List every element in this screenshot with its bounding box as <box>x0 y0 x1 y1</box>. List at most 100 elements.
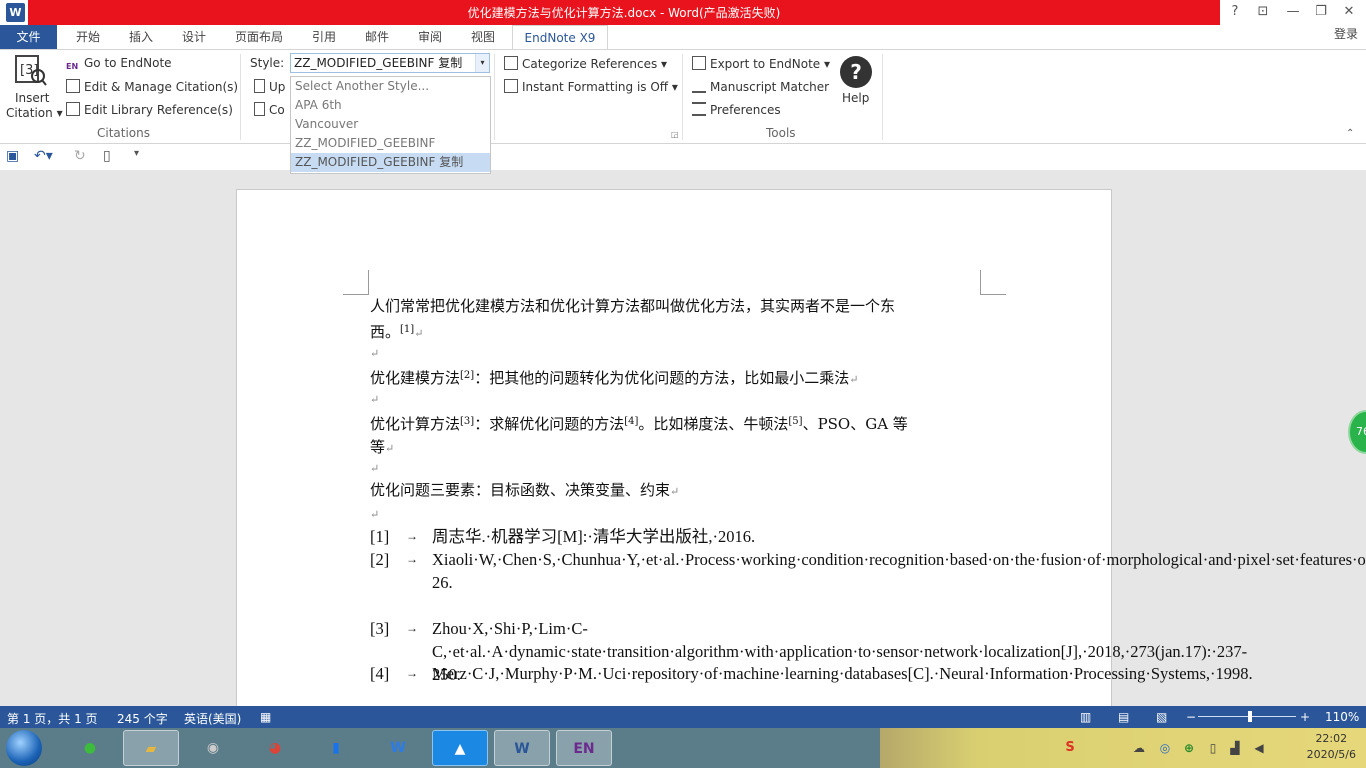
restore-button[interactable]: ❐ <box>1308 2 1334 22</box>
tab-insert[interactable]: 插入 <box>129 25 153 49</box>
customize-qat-icon[interactable]: ▾ <box>134 148 139 159</box>
baidu-netdisk-icon[interactable]: ◎ <box>1154 730 1176 766</box>
quick-access-toolbar: ▣ ↶▾ ↻ ▯ ▾ <box>0 144 1366 170</box>
tab-design[interactable]: 设计 <box>182 25 206 49</box>
insert-citation-label[interactable]: Insert <box>15 91 49 105</box>
chrome-icon[interactable]: ◕ <box>247 730 303 766</box>
close-button[interactable]: ✕ <box>1336 2 1362 22</box>
new-document-icon[interactable]: ▯ <box>103 148 111 164</box>
security-icon[interactable]: ⊕ <box>1178 730 1200 766</box>
language[interactable]: 英语(美国) <box>184 710 241 727</box>
network-cloud-icon[interactable]: ☁ <box>1128 730 1150 766</box>
paragraph[interactable]: 优化计算方法[3]：求解优化问题的方法[4]。比如梯度法、牛顿法[5]、PSO、… <box>370 410 985 460</box>
empty-paragraph[interactable]: ↵ <box>370 502 985 526</box>
clock[interactable]: 22:02 2020/5/6 <box>1307 731 1356 763</box>
edit-manage-citations-button[interactable]: Edit & Manage Citation(s) <box>66 79 238 94</box>
tools-group-label: Tools <box>766 126 796 140</box>
edit-library-reference-button[interactable]: Edit Library Reference(s) <box>66 102 233 117</box>
help-question-icon[interactable]: ? <box>840 56 872 88</box>
tab-mailings[interactable]: 邮件 <box>365 25 389 49</box>
chevron-down-icon[interactable]: ▾ <box>475 54 489 72</box>
start-button-icon[interactable] <box>6 730 42 766</box>
citation[interactable]: [2] <box>460 370 474 381</box>
empty-paragraph[interactable]: ↵ <box>370 341 985 365</box>
cloud-app-icon[interactable]: ▲ <box>432 730 488 766</box>
document-area: 人们常常把优化建模方法和优化计算方法都叫做优化方法，其实两者不是一个东 西。[1… <box>0 170 1366 706</box>
web-layout-icon[interactable]: ▧ <box>1156 710 1167 724</box>
paragraph[interactable]: 人们常常把优化建模方法和优化计算方法都叫做优化方法，其实两者不是一个东 西。[1… <box>370 295 985 345</box>
print-layout-icon[interactable]: ▤ <box>1118 710 1129 724</box>
usb-icon[interactable]: ▯ <box>1202 730 1224 766</box>
endnote-taskbar-icon[interactable]: EN <box>556 730 612 766</box>
tab-home[interactable]: 开始 <box>76 25 100 49</box>
wifi-signal-icon[interactable]: ▟ <box>1224 730 1246 766</box>
preferences-button[interactable]: Preferences <box>692 102 781 117</box>
go-to-endnote-button[interactable]: EN Go to EndNote <box>66 56 172 76</box>
zoom-slider[interactable] <box>1198 716 1296 717</box>
zoom-in-icon[interactable]: + <box>1300 710 1310 724</box>
save-icon[interactable]: ▣ <box>6 148 19 164</box>
export-to-endnote-button[interactable]: Export to EndNote ▾ <box>692 56 830 71</box>
screenshot-tool-icon[interactable]: ◉ <box>185 730 241 766</box>
empty-paragraph[interactable]: ↵ <box>370 456 985 480</box>
preferences-icon <box>692 102 706 116</box>
tab-view[interactable]: 视图 <box>471 25 495 49</box>
volume-icon[interactable]: ◀ <box>1248 730 1270 766</box>
convert-citations-button[interactable]: Co <box>254 102 285 117</box>
page-count[interactable]: 第 1 页，共 1 页 <box>7 710 98 727</box>
citation[interactable]: [4] <box>624 416 638 427</box>
redo-icon[interactable]: ↻ <box>74 148 86 164</box>
macro-record-icon[interactable]: ▦ <box>260 710 271 724</box>
style-option[interactable]: APA 6th <box>291 96 490 115</box>
ribbon-display-options-icon[interactable]: ⊡ <box>1250 2 1276 22</box>
reference-number: [1] <box>370 527 390 546</box>
collapse-ribbon-icon[interactable]: ⌃ <box>1346 128 1354 139</box>
bibliography-entry[interactable]: [2] → Xiaoli·W,·Chen·S,·Chunhua·Y,·et·al… <box>370 548 1366 594</box>
login-link[interactable]: 登录 <box>1334 25 1358 43</box>
tab-review[interactable]: 审阅 <box>418 25 442 49</box>
undo-icon[interactable]: ↶▾ <box>34 148 53 164</box>
style-option[interactable]: ZZ_MODIFIED_GEEBINF <box>291 134 490 153</box>
style-option[interactable]: Select Another Style... <box>291 77 490 96</box>
paragraph[interactable]: 优化问题三要素：目标函数、决策变量、约束↵ <box>370 479 985 503</box>
insert-citation-label-2: Citation <box>6 106 53 120</box>
manuscript-matcher-button[interactable]: Manuscript Matcher <box>692 79 829 94</box>
tab-mark: → <box>406 529 418 543</box>
wps-icon[interactable]: W <box>370 730 426 766</box>
read-mode-icon[interactable]: ▥ <box>1080 710 1091 724</box>
help-label[interactable]: Help <box>842 91 869 105</box>
style-option-selected[interactable]: ZZ_MODIFIED_GEEBINF 复制 <box>291 153 490 172</box>
minimize-button[interactable]: — <box>1280 2 1306 22</box>
citation[interactable]: [1] <box>400 324 414 335</box>
empty-paragraph[interactable]: ↵ <box>370 387 985 411</box>
reader-app-icon[interactable]: ▮ <box>308 730 364 766</box>
citation[interactable]: [3] <box>460 416 474 427</box>
document-page[interactable]: 人们常常把优化建模方法和优化计算方法都叫做优化方法，其实两者不是一个东 西。[1… <box>236 189 1366 706</box>
tab-endnote[interactable]: EndNote X9 <box>512 25 608 50</box>
word-taskbar-icon[interactable]: W <box>494 730 550 766</box>
bibliography-entry[interactable]: [1] → 周志华.·机器学习[M]:·清华大学出版社,·2016. <box>370 525 985 548</box>
zoom-slider-thumb[interactable] <box>1248 711 1252 722</box>
zoom-out-icon[interactable]: − <box>1186 710 1196 724</box>
categorize-label: Categorize References <box>522 57 658 71</box>
group-separator <box>494 54 495 140</box>
update-citations-button[interactable]: Up <box>254 79 285 94</box>
tab-layout[interactable]: 页面布局 <box>235 25 283 49</box>
style-combobox[interactable]: ZZ_MODIFIED_GEEBINF 复制 ▾ <box>290 53 490 73</box>
citation[interactable]: [5] <box>788 416 802 427</box>
style-option[interactable]: Vancouver <box>291 115 490 134</box>
bibliography-entry[interactable]: [4] → Merz·C·J,·Murphy·P·M.·Uci·reposito… <box>370 662 1253 685</box>
word-app-icon[interactable]: W <box>6 3 25 22</box>
insert-citation-button[interactable]: Citation ▾ <box>6 106 63 120</box>
instant-formatting-button[interactable]: Instant Formatting is Off ▾ <box>504 79 678 94</box>
wechat-icon[interactable]: ● <box>62 730 118 766</box>
file-explorer-icon[interactable]: ▰ <box>123 730 179 766</box>
tab-file[interactable]: 文件 <box>0 25 57 49</box>
sogou-input-icon[interactable]: S <box>1058 730 1082 766</box>
zoom-level[interactable]: 110% <box>1325 710 1359 724</box>
tab-references[interactable]: 引用 <box>312 25 336 49</box>
help-icon[interactable]: ? <box>1222 2 1248 22</box>
word-count[interactable]: 245 个字 <box>117 710 168 727</box>
dialog-launcher-icon[interactable]: ◲ <box>671 130 679 139</box>
categorize-references-button[interactable]: Categorize References ▾ <box>504 56 667 71</box>
